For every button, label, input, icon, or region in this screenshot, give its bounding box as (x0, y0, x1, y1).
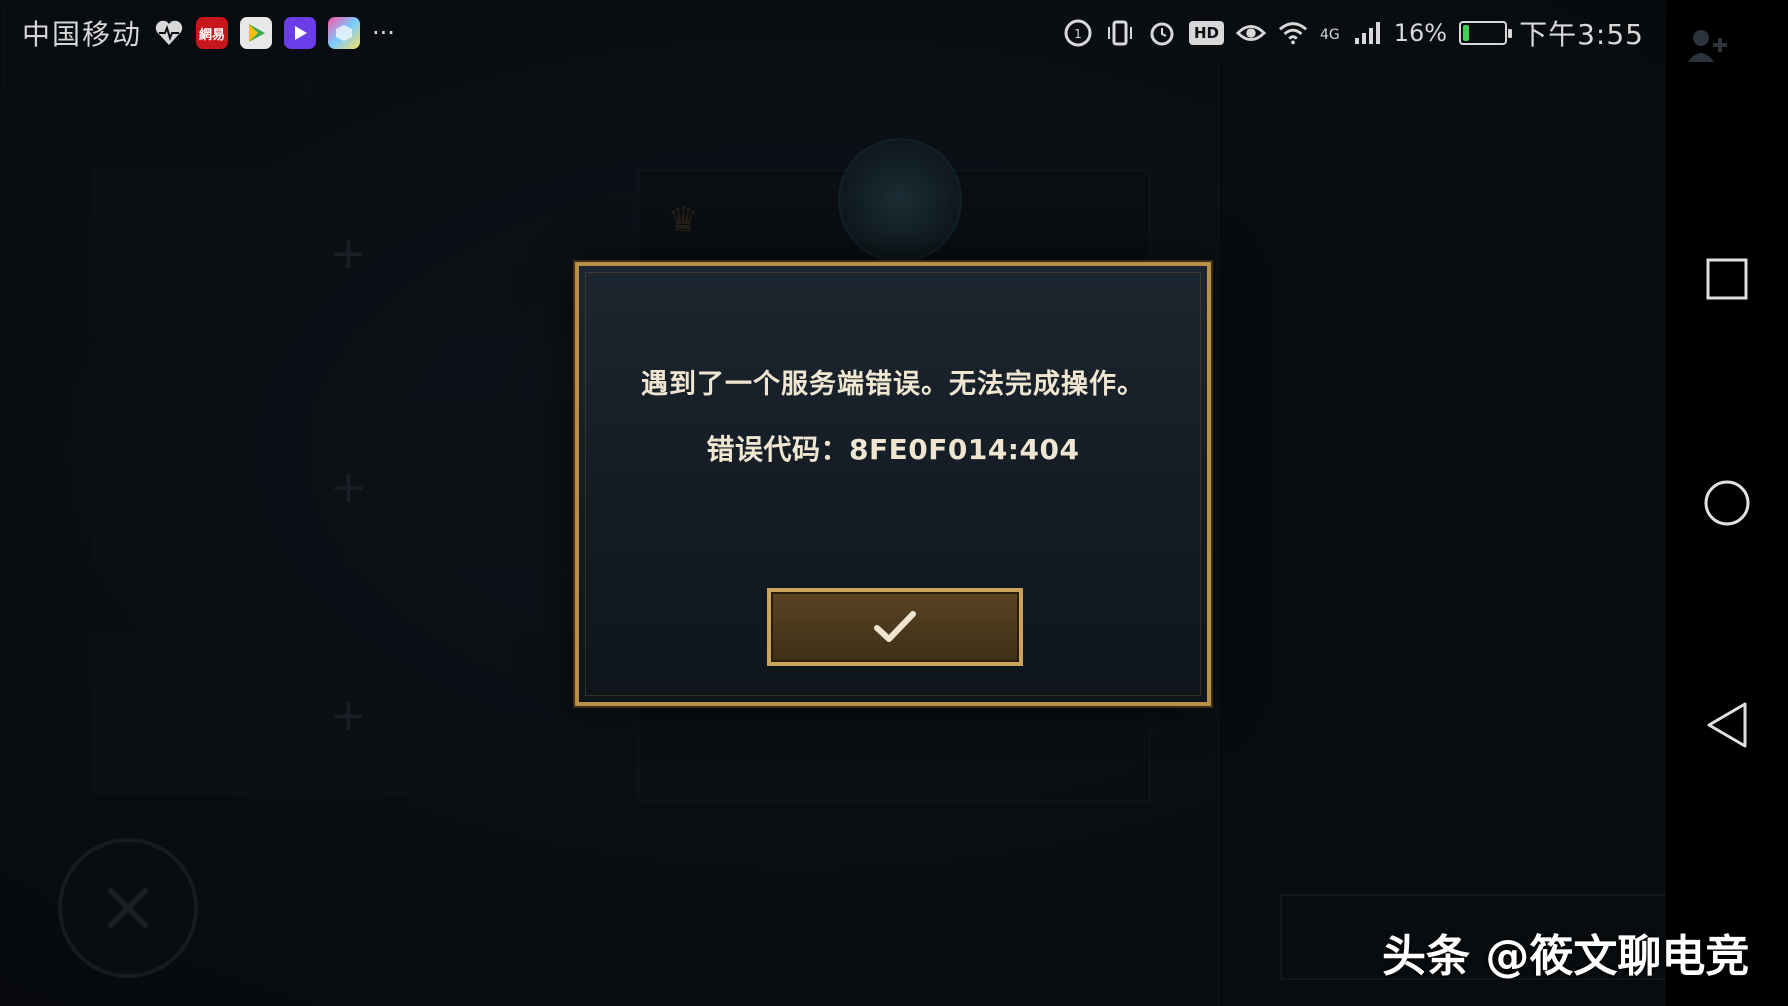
netease-news-icon: 網易 (196, 17, 229, 49)
video-app-icon (284, 17, 317, 49)
navigation-bar (1666, 0, 1788, 1006)
eye-comfort-icon (1236, 18, 1266, 48)
recent-apps-button[interactable] (1702, 254, 1752, 304)
error-message: 遇到了一个服务端错误。无法完成操作。 (641, 369, 1145, 400)
cube-app-icon (328, 17, 361, 49)
confirm-button[interactable] (767, 588, 1023, 666)
error-code: 错误代码：8FE0F014:404 (706, 433, 1080, 466)
hd-voice-icon: HD (1188, 21, 1224, 45)
back-button[interactable] (1702, 700, 1752, 750)
carrier-label: 中国移动 (22, 18, 143, 51)
watermark: 头条 @筱文聊电竞 (1382, 931, 1750, 982)
wifi-icon (1278, 18, 1308, 48)
alarm-icon (1147, 18, 1177, 48)
signal-icon (1352, 18, 1382, 48)
circle-icon (1704, 480, 1750, 526)
battery-level (1463, 25, 1470, 41)
svg-text:1: 1 (1074, 27, 1082, 41)
battery-percent: 16% (1393, 19, 1448, 47)
play-store-icon (240, 17, 273, 49)
back-triangle-icon (1707, 702, 1747, 748)
data-saver-icon: 1 (1063, 18, 1093, 48)
error-dialog: 遇到了一个服务端错误。无法完成操作。 错误代码：8FE0F014:404 (575, 262, 1211, 706)
add-friend-icon[interactable] (1686, 26, 1730, 66)
checkmark-icon (874, 611, 916, 642)
heart-rate-icon (154, 18, 184, 48)
battery-icon (1459, 21, 1513, 45)
square-icon (1706, 258, 1748, 300)
home-button[interactable] (1702, 478, 1752, 528)
network-type-label: 4G (1320, 27, 1340, 43)
status-bar: 中国移动 網易 ··· 1 HD 4G 16% 下午3:55 (0, 0, 1666, 66)
vibrate-icon (1105, 18, 1135, 48)
more-notifications: ··· (372, 19, 395, 47)
clock: 下午3:55 (1519, 18, 1644, 51)
